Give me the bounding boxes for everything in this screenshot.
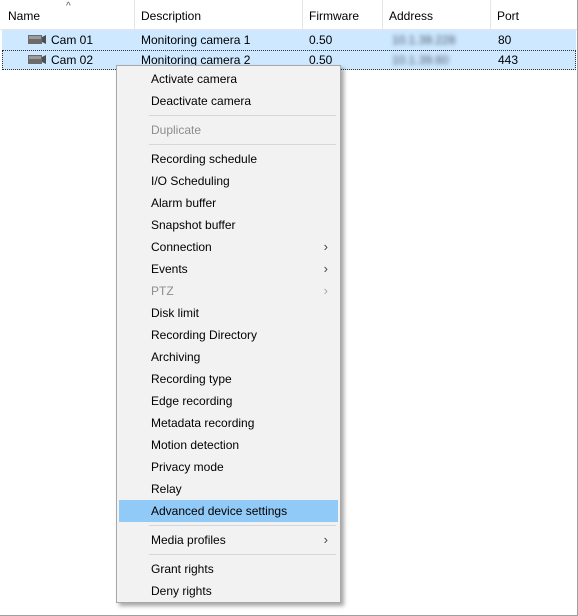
menu-item-label: Relay xyxy=(151,482,182,496)
camera-address: 10.1.39.228 xyxy=(392,33,456,47)
menu-item-duplicate: Duplicate xyxy=(119,119,338,141)
chevron-right-icon: › xyxy=(323,239,328,254)
menu-item-snapshot-buffer[interactable]: Snapshot buffer xyxy=(119,214,338,236)
column-firmware-label: Firmware xyxy=(309,9,359,23)
camera-firmware: 0.50 xyxy=(309,33,333,47)
camera-port: 80 xyxy=(498,33,512,47)
menu-item-label: Edge recording xyxy=(151,394,233,408)
menu-item-label: Grant rights xyxy=(151,562,214,576)
sort-ascending-icon: ^ xyxy=(66,1,71,12)
menu-item-events[interactable]: Events › xyxy=(119,258,338,280)
menu-item-label: Metadata recording xyxy=(151,416,255,430)
column-port-label: Port xyxy=(497,9,520,23)
menu-item-label: Media profiles xyxy=(151,533,226,547)
menu-item-recording-directory[interactable]: Recording Directory xyxy=(119,324,338,346)
column-address[interactable]: Address xyxy=(383,0,491,29)
column-port[interactable]: Port xyxy=(491,0,577,29)
column-name-label: Name xyxy=(8,9,41,23)
menu-item-advanced-device-settings[interactable]: Advanced device settings xyxy=(119,500,338,522)
menu-separator xyxy=(149,144,336,145)
menu-item-deactivate-camera[interactable]: Deactivate camera xyxy=(119,90,338,112)
menu-item-label: Archiving xyxy=(151,350,201,364)
menu-item-io-scheduling[interactable]: I/O Scheduling xyxy=(119,170,338,192)
menu-separator xyxy=(149,115,336,116)
menu-item-label: I/O Scheduling xyxy=(151,174,230,188)
menu-separator xyxy=(149,525,336,526)
menu-item-alarm-buffer[interactable]: Alarm buffer xyxy=(119,192,338,214)
menu-item-activate-camera[interactable]: Activate camera xyxy=(119,68,338,90)
menu-item-label: Duplicate xyxy=(151,123,202,137)
camera-icon xyxy=(28,55,46,64)
camera-address: 10.1.39.60 xyxy=(392,53,449,67)
camera-port: 443 xyxy=(498,53,519,67)
menu-item-disk-limit[interactable]: Disk limit xyxy=(119,302,338,324)
menu-item-media-profiles[interactable]: Media profiles › xyxy=(119,529,338,551)
menu-item-label: Alarm buffer xyxy=(151,196,217,210)
menu-item-label: Recording schedule xyxy=(151,152,258,166)
menu-item-label: Recording Directory xyxy=(151,328,258,342)
menu-item-connection[interactable]: Connection › xyxy=(119,236,338,258)
camera-name: Cam 02 xyxy=(51,53,94,67)
menu-item-label: Recording type xyxy=(151,372,232,386)
menu-item-motion-detection[interactable]: Motion detection xyxy=(119,434,338,456)
menu-item-label: Advanced device settings xyxy=(151,504,288,518)
column-description-label: Description xyxy=(141,9,202,23)
menu-item-label: Connection xyxy=(151,240,212,254)
menu-item-label: Deactivate camera xyxy=(151,94,252,108)
menu-item-relay[interactable]: Relay xyxy=(119,478,338,500)
menu-item-label: Snapshot buffer xyxy=(151,218,236,232)
camera-icon xyxy=(28,35,46,44)
column-firmware[interactable]: Firmware xyxy=(303,0,383,29)
chevron-right-icon: › xyxy=(323,283,328,298)
menu-item-recording-type[interactable]: Recording type xyxy=(119,368,338,390)
column-address-label: Address xyxy=(389,9,434,23)
menu-item-label: PTZ xyxy=(151,284,174,298)
menu-item-deny-rights[interactable]: Deny rights xyxy=(119,580,338,602)
menu-item-label: Deny rights xyxy=(151,584,212,598)
column-header: Name ^ Description Firmware Address Port xyxy=(0,0,577,30)
menu-item-metadata-recording[interactable]: Metadata recording xyxy=(119,412,338,434)
column-description[interactable]: Description xyxy=(135,0,303,29)
column-name[interactable]: Name ^ xyxy=(2,0,135,29)
menu-item-archiving[interactable]: Archiving xyxy=(119,346,338,368)
menu-item-label: Motion detection xyxy=(151,438,240,452)
table-row[interactable]: Cam 01 Monitoring camera 1 0.50 10.1.39.… xyxy=(2,30,576,50)
context-menu: Activate camera Deactivate camera Duplic… xyxy=(116,65,341,603)
menu-item-label: Events xyxy=(151,262,188,276)
chevron-right-icon: › xyxy=(323,261,328,276)
menu-item-grant-rights[interactable]: Grant rights xyxy=(119,558,338,580)
menu-item-ptz: PTZ › xyxy=(119,280,338,302)
camera-description: Monitoring camera 1 xyxy=(141,33,251,47)
menu-item-label: Disk limit xyxy=(151,306,199,320)
menu-separator xyxy=(149,554,336,555)
chevron-right-icon: › xyxy=(323,532,328,547)
menu-item-edge-recording[interactable]: Edge recording xyxy=(119,390,338,412)
menu-item-recording-schedule[interactable]: Recording schedule xyxy=(119,148,338,170)
menu-item-label: Privacy mode xyxy=(151,460,224,474)
menu-item-label: Activate camera xyxy=(151,72,238,86)
camera-name: Cam 01 xyxy=(51,33,94,47)
menu-item-privacy-mode[interactable]: Privacy mode xyxy=(119,456,338,478)
